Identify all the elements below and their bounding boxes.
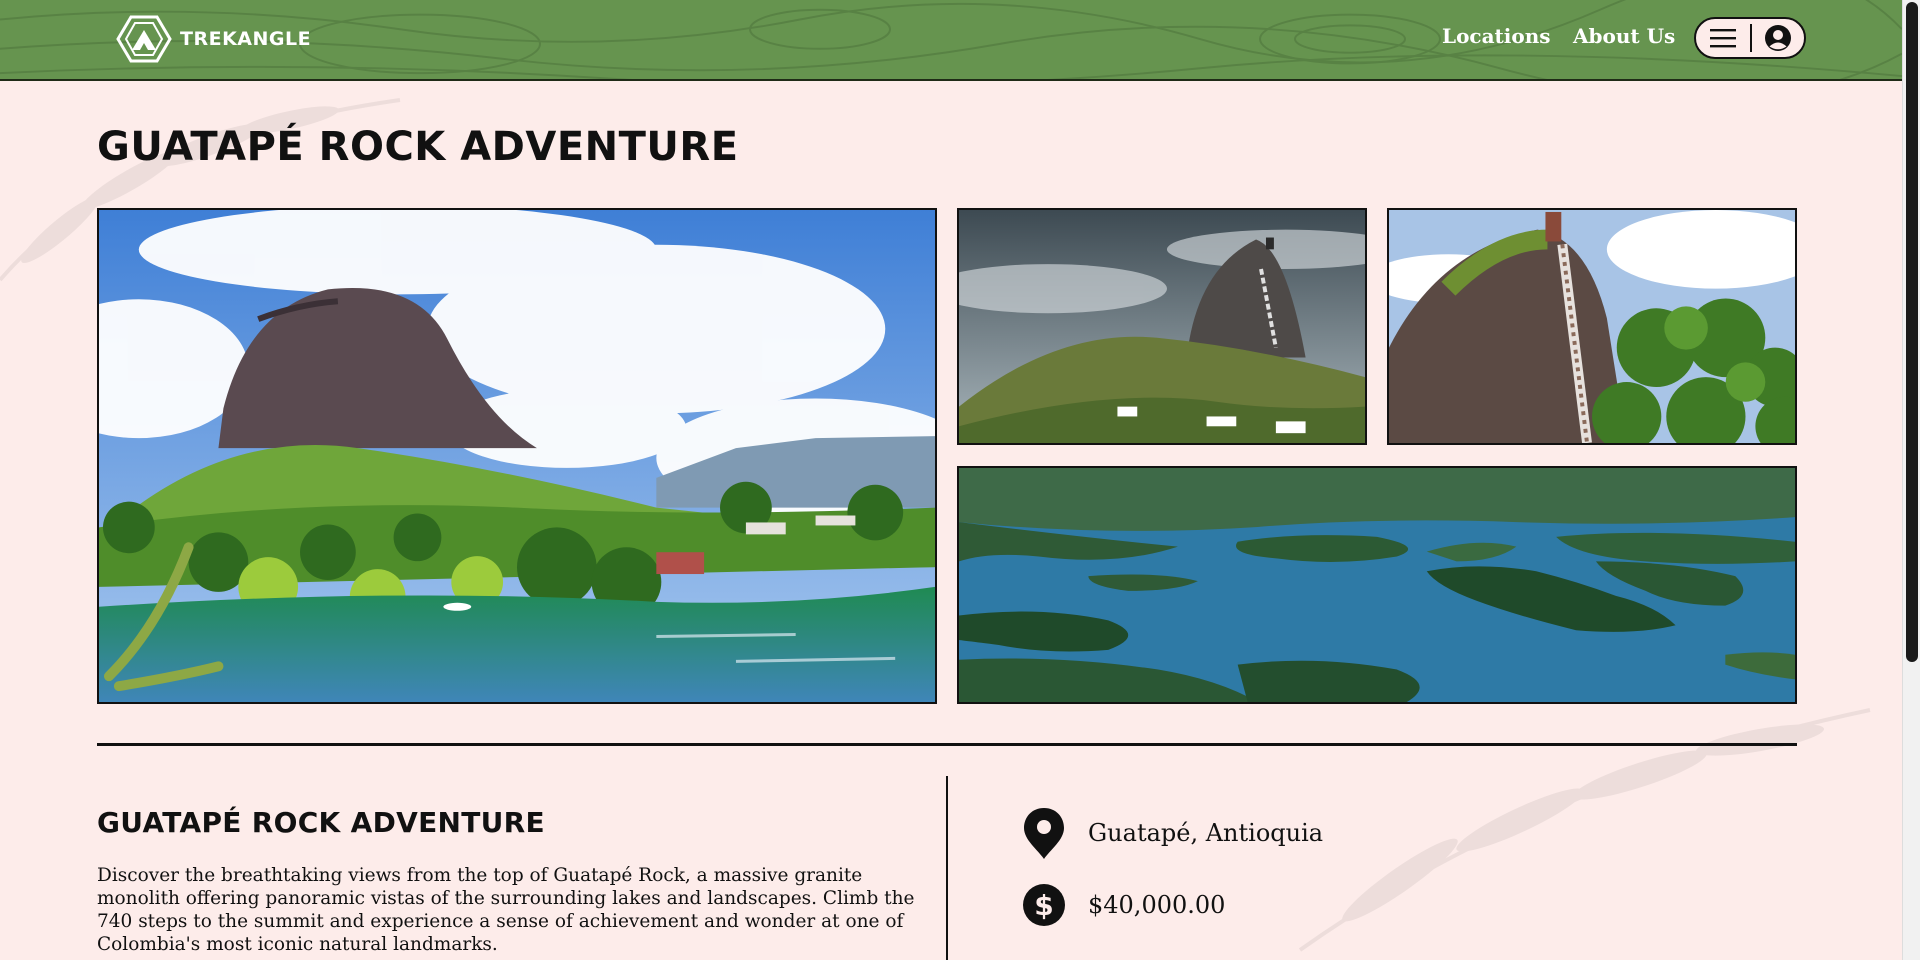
page-title: GUATAPÉ ROCK ADVENTURE [97, 124, 739, 170]
leaf-decoration [1298, 708, 1871, 952]
page-scrollbar[interactable] [1902, 0, 1920, 960]
scrollbar-thumb[interactable] [1906, 2, 1918, 662]
price-row: $ $40,000.00 [1022, 883, 1225, 927]
stormy-rock-image [959, 210, 1365, 443]
gallery-photo-b[interactable] [1387, 208, 1797, 445]
map-pin-icon [1024, 808, 1064, 859]
brand-name: TREKANGLE [180, 28, 312, 50]
dollar-icon: $ [1023, 884, 1065, 926]
user-menu-button[interactable] [1694, 17, 1806, 59]
location-row: Guatapé, Antioquia [1022, 806, 1323, 860]
user-circle-icon[interactable] [1752, 19, 1804, 57]
rock-stairs-image [1389, 210, 1795, 443]
section-divider [97, 743, 1797, 746]
mountain-logo-icon [116, 15, 172, 63]
gallery-photo-a[interactable] [957, 208, 1367, 445]
description-text: Discover the breathtaking views from the… [97, 865, 915, 955]
brand-logo[interactable]: TREKANGLE [116, 14, 311, 64]
rock-landscape-image [99, 210, 935, 702]
site-header: TREKANGLE Locations About Us [0, 0, 1902, 81]
gallery-photo-c[interactable] [957, 466, 1797, 704]
hamburger-icon[interactable] [1696, 19, 1750, 57]
nav-about-link[interactable]: About Us [1573, 24, 1675, 48]
gallery-photo-main[interactable] [97, 208, 937, 704]
price-text: $40,000.00 [1088, 891, 1226, 919]
svg-text:$: $ [1034, 889, 1053, 922]
location-text: Guatapé, Antioquia [1088, 819, 1324, 847]
nav-locations-link[interactable]: Locations [1442, 24, 1551, 48]
detail-vertical-divider [946, 776, 948, 960]
reservoir-aerial-image [959, 468, 1795, 702]
detail-title: GUATAPÉ ROCK ADVENTURE [97, 806, 545, 839]
